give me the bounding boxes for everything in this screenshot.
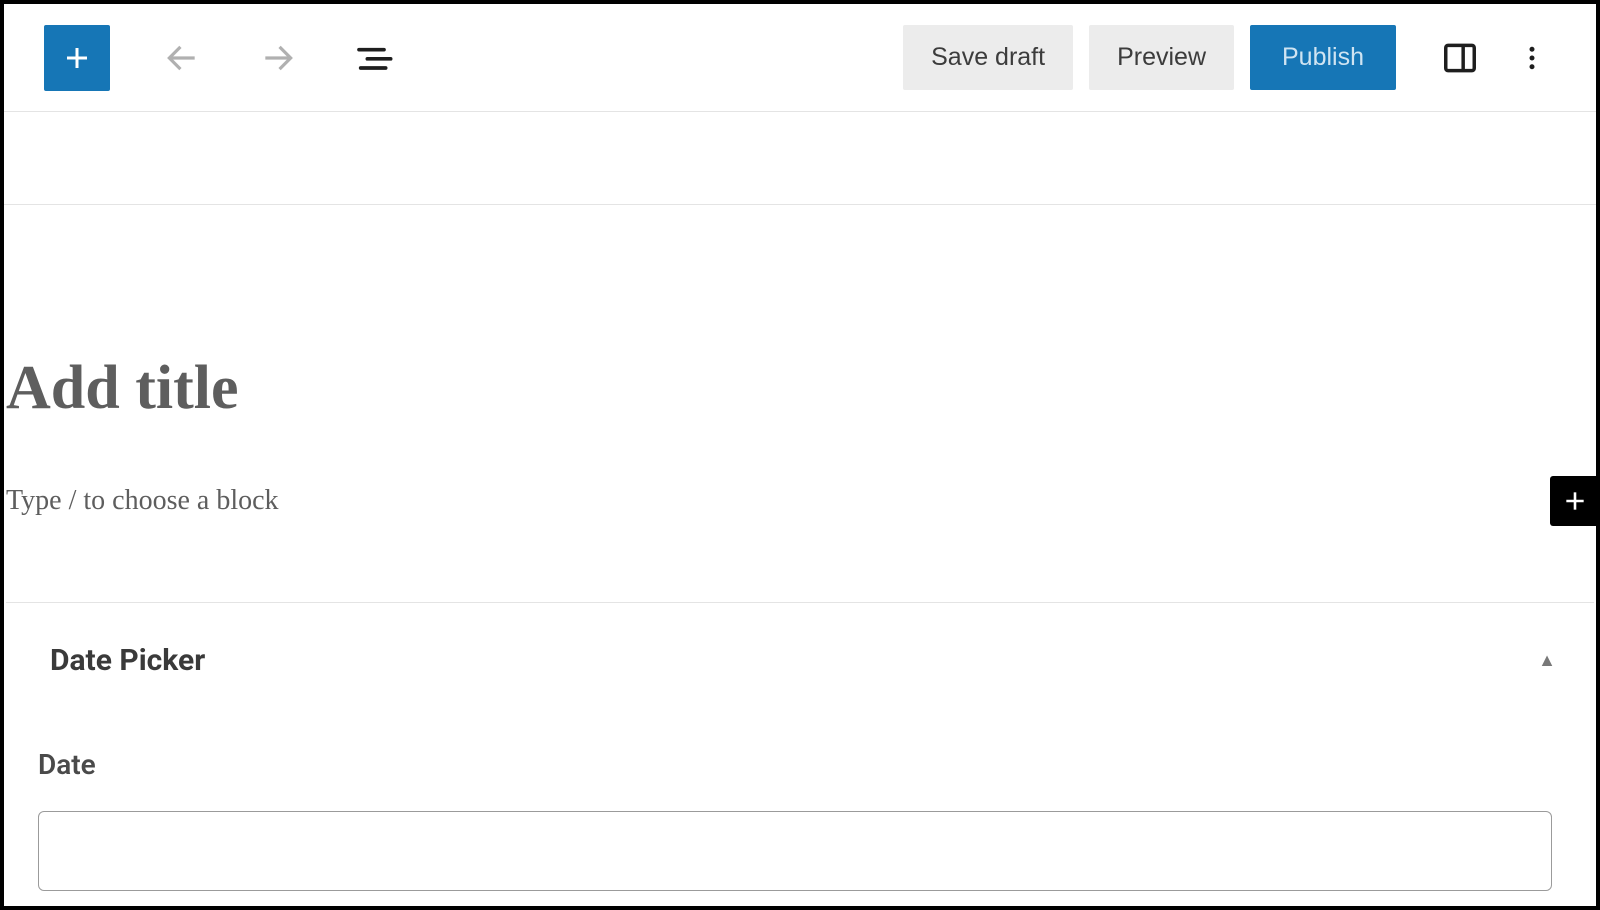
publish-button[interactable]: Publish xyxy=(1250,25,1396,90)
list-icon xyxy=(354,38,394,78)
date-picker-panel: Date Picker ▲ Date xyxy=(6,602,1594,891)
date-input[interactable] xyxy=(38,811,1552,891)
date-field-label: Date xyxy=(38,748,1556,781)
redo-icon xyxy=(259,39,297,77)
post-title-area[interactable]: Add title xyxy=(4,205,1596,424)
sidebar-icon xyxy=(1441,39,1479,77)
undo-icon xyxy=(163,39,201,77)
more-options-button[interactable] xyxy=(1508,34,1556,82)
add-block-button[interactable] xyxy=(44,25,110,91)
collapse-icon[interactable]: ▲ xyxy=(1538,650,1556,671)
more-vertical-icon xyxy=(1517,43,1547,73)
toolbar-right-group: Save draft Preview Publish xyxy=(903,25,1556,90)
document-overview-button[interactable] xyxy=(350,34,398,82)
title-placeholder[interactable]: Add title xyxy=(4,353,1596,424)
inline-add-block-button[interactable] xyxy=(1550,476,1600,526)
plus-icon xyxy=(1562,488,1588,514)
settings-panel-toggle[interactable] xyxy=(1436,34,1484,82)
redo-button[interactable] xyxy=(254,34,302,82)
save-draft-button[interactable]: Save draft xyxy=(903,25,1073,90)
toolbar-left-group xyxy=(44,25,398,91)
block-prompt[interactable]: Type / to choose a block xyxy=(4,485,279,517)
undo-button[interactable] xyxy=(158,34,206,82)
editor-toolbar: Save draft Preview Publish xyxy=(4,4,1596,112)
plus-icon xyxy=(62,43,92,73)
preview-button[interactable]: Preview xyxy=(1089,25,1234,90)
editor-content: Add title Type / to choose a block Date … xyxy=(4,204,1596,891)
panel-header[interactable]: Date Picker ▲ xyxy=(50,643,1556,678)
block-placeholder-row: Type / to choose a block xyxy=(4,476,1596,526)
panel-title: Date Picker xyxy=(50,643,205,678)
